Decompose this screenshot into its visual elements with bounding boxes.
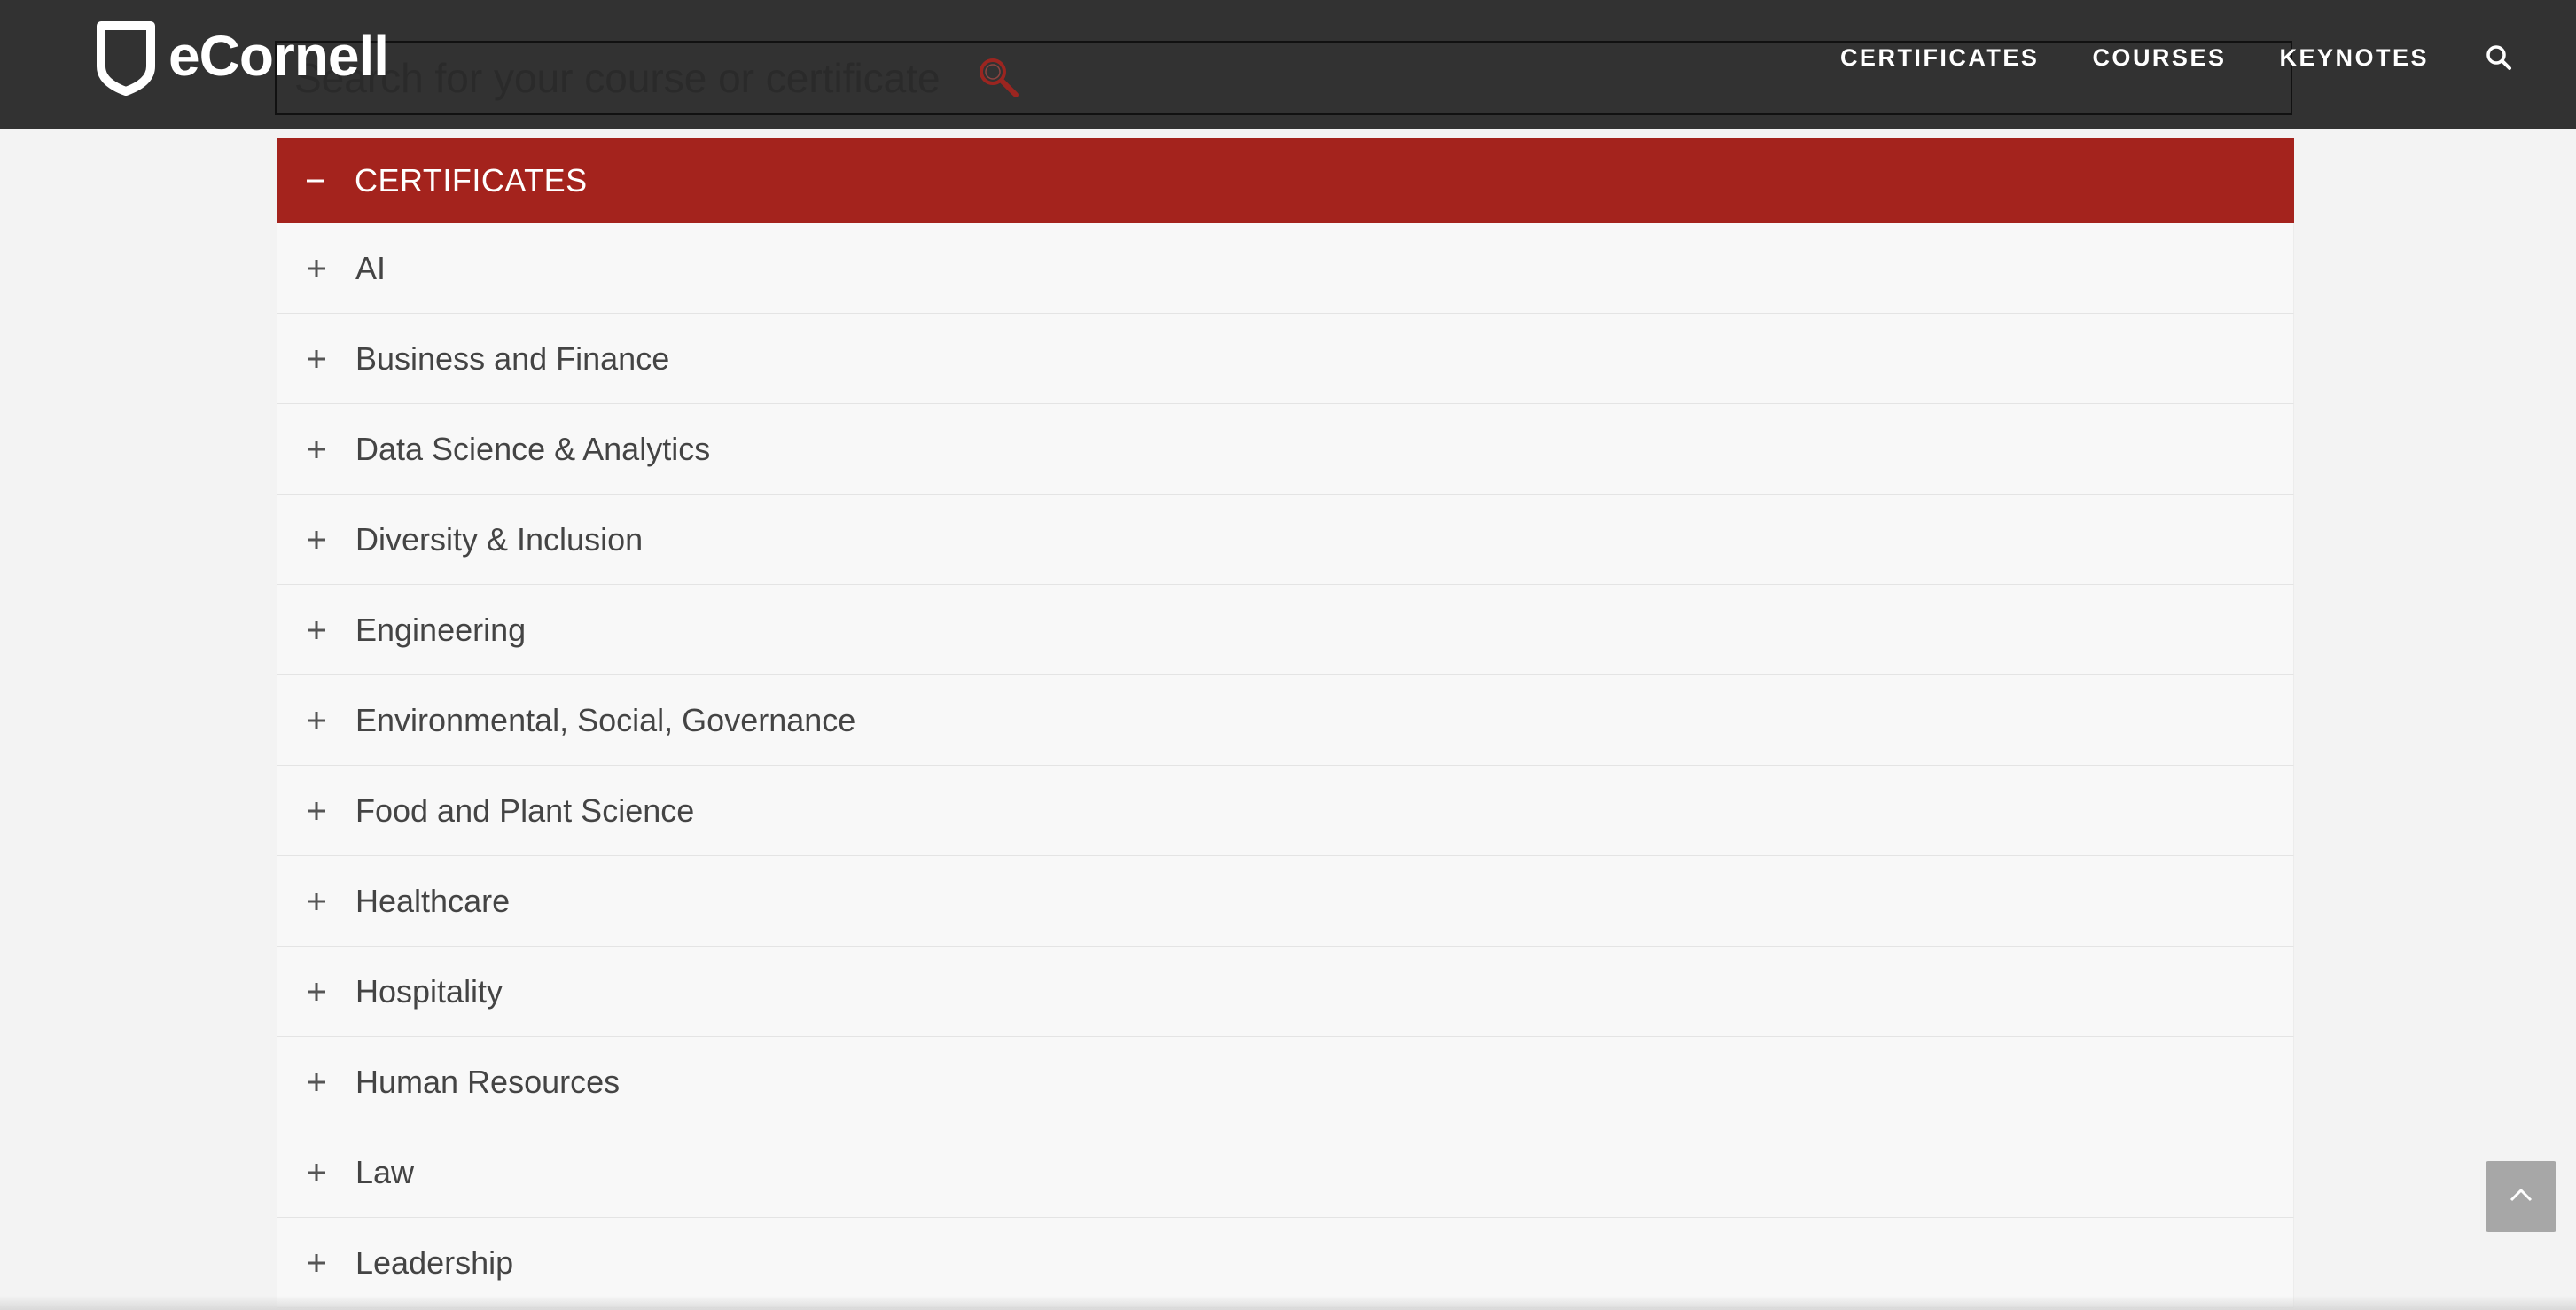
category-human-resources[interactable]: Human Resources [277, 1037, 2294, 1127]
chevron-up-icon [2508, 1186, 2534, 1208]
nav-certificates[interactable]: CERTIFICATES [1840, 44, 2040, 72]
plus-icon[interactable] [277, 259, 355, 278]
accordion-title: CERTIFICATES [355, 162, 588, 199]
category-list: AI Business and Finance Data Science & A… [277, 223, 2294, 1308]
category-label: Human Resources [355, 1063, 621, 1100]
category-food-plant-science[interactable]: Food and Plant Science [277, 766, 2294, 856]
category-label: AI [355, 249, 386, 286]
category-label: Leadership [355, 1244, 514, 1281]
category-label: Healthcare [355, 882, 511, 919]
category-hospitality[interactable]: Hospitality [277, 947, 2294, 1037]
category-label: Data Science & Analytics [355, 430, 711, 467]
plus-icon[interactable] [277, 801, 355, 821]
shield-logo-icon [96, 20, 156, 97]
category-diversity-inclusion[interactable]: Diversity & Inclusion [277, 495, 2294, 585]
back-to-top-button[interactable] [2486, 1161, 2556, 1232]
plus-icon[interactable] [277, 530, 355, 550]
category-label: Hospitality [355, 972, 503, 1010]
search-icon[interactable] [2486, 44, 2512, 71]
plus-icon[interactable] [277, 349, 355, 369]
category-label: Environmental, Social, Governance [355, 701, 856, 738]
plus-icon[interactable] [277, 440, 355, 459]
category-label: Diversity & Inclusion [355, 520, 644, 558]
main-nav: CERTIFICATES COURSES KEYNOTES [1840, 0, 2576, 115]
category-data-science[interactable]: Data Science & Analytics [277, 404, 2294, 495]
category-healthcare[interactable]: Healthcare [277, 856, 2294, 947]
plus-icon[interactable] [277, 711, 355, 730]
plus-icon[interactable] [277, 1163, 355, 1182]
plus-icon[interactable] [277, 1072, 355, 1092]
category-business-finance[interactable]: Business and Finance [277, 314, 2294, 404]
category-ai[interactable]: AI [277, 223, 2294, 314]
category-leadership[interactable]: Leadership [277, 1218, 2294, 1308]
nav-courses[interactable]: COURSES [2092, 44, 2226, 72]
category-label: Law [355, 1153, 415, 1190]
accordion-header-certificates[interactable]: CERTIFICATES [277, 138, 2294, 223]
plus-icon[interactable] [277, 1253, 355, 1273]
category-esg[interactable]: Environmental, Social, Governance [277, 675, 2294, 766]
site-logo[interactable]: eCornell [96, 19, 389, 97]
nav-keynotes[interactable]: KEYNOTES [2279, 44, 2429, 72]
magnifier-icon[interactable] [975, 54, 1023, 102]
logo-text: eCornell [168, 24, 389, 88]
plus-icon[interactable] [277, 620, 355, 640]
category-label: Business and Finance [355, 339, 670, 377]
category-law[interactable]: Law [277, 1127, 2294, 1218]
bottom-shadow [0, 1296, 2576, 1310]
plus-icon[interactable] [277, 982, 355, 1002]
category-label: Food and Plant Science [355, 791, 695, 829]
category-engineering[interactable]: Engineering [277, 585, 2294, 675]
minus-icon[interactable] [277, 171, 355, 191]
plus-icon[interactable] [277, 892, 355, 911]
category-label: Engineering [355, 611, 527, 648]
certificates-accordion: CERTIFICATES AI Business and Finance Dat… [277, 138, 2294, 1308]
